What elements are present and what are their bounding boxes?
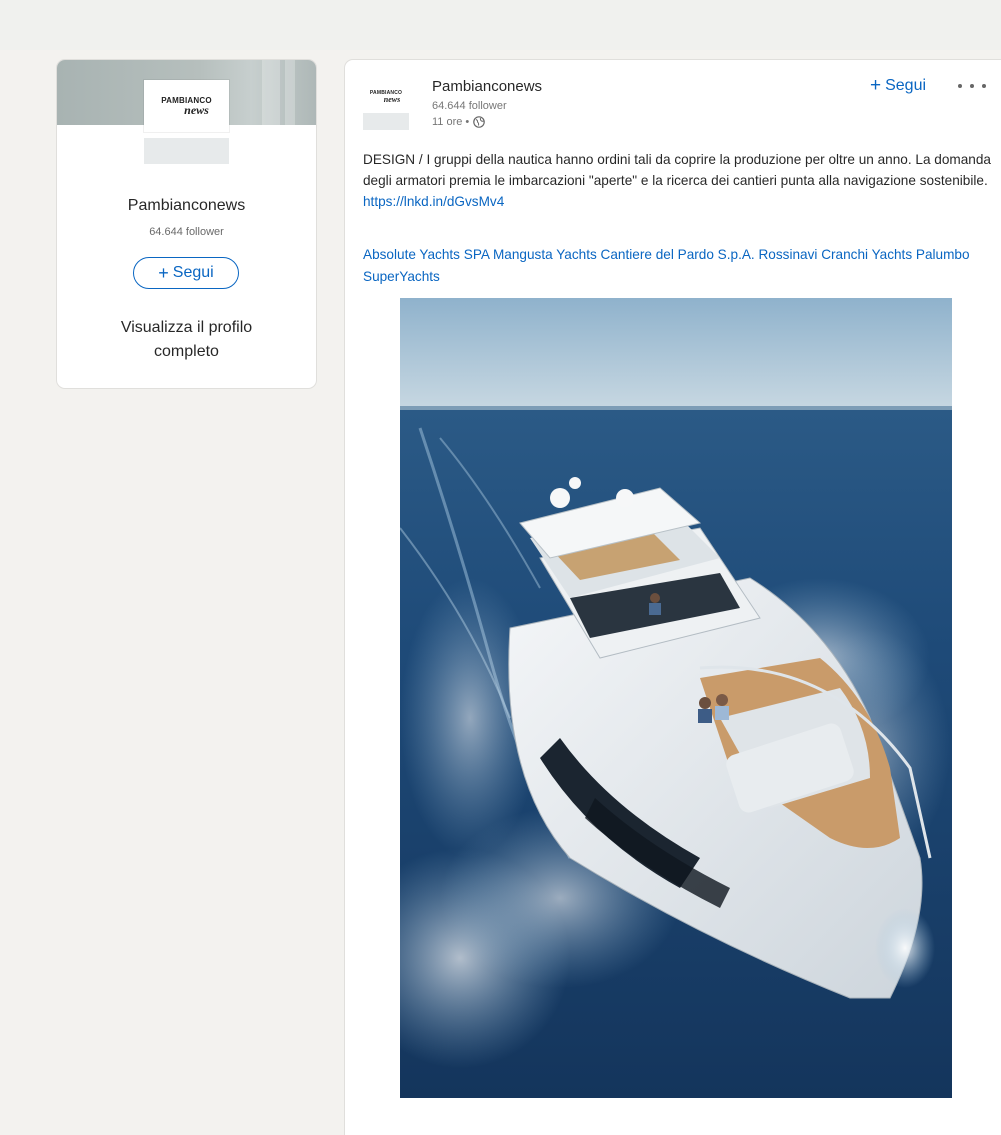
mention-link[interactable]: Cantiere del Pardo S.p.A. [601, 247, 755, 262]
profile-name[interactable]: Pambianconews [57, 197, 316, 215]
company-profile-card: PAMBIANCO news Pambianconews 64.644 foll… [57, 60, 316, 388]
logo-text-bottom: news [184, 103, 209, 117]
post-mentions: Absolute Yachts SPA Mangusta Yachts Cant… [363, 244, 995, 288]
follow-button[interactable]: + Segui [870, 76, 926, 95]
separator-dot: • [465, 116, 470, 128]
logo-placeholder [144, 138, 229, 164]
more-options-icon[interactable] [958, 76, 986, 96]
mention-link[interactable]: Absolute Yachts SPA [363, 247, 489, 262]
follow-button-label: Segui [885, 76, 927, 94]
post-body-text: DESIGN / I gruppi della nautica hanno or… [363, 152, 991, 188]
post-link[interactable]: https://lnkd.in/dGvsMv4 [363, 194, 504, 209]
plus-icon: + [870, 75, 882, 96]
follow-button-label: Segui [172, 264, 214, 281]
profile-followers: 64.644 follower [149, 226, 224, 238]
post-author-name[interactable]: Pambianconews [432, 78, 542, 95]
company-logo[interactable]: PAMBIANCO news [144, 80, 229, 132]
top-strip [0, 0, 1001, 50]
post-meta: 11 ore • [432, 116, 486, 128]
yacht-photo [400, 298, 952, 1098]
post-image-yacht[interactable] [400, 298, 952, 1098]
mention-link[interactable]: Cranchi Yachts [821, 247, 912, 262]
post-timestamp: 11 ore [432, 116, 463, 128]
post-body: DESIGN / I gruppi della nautica hanno or… [363, 149, 993, 212]
view-full-profile-link[interactable]: Visualizza il profilo completo [87, 316, 286, 364]
plus-icon: + [158, 263, 169, 283]
logo-text-bottom: news [383, 94, 401, 104]
feed-post: PAMBIANCO news Pambianconews 64.644 foll… [345, 60, 1001, 1135]
logo-placeholder [363, 113, 409, 130]
mention-link[interactable]: Mangusta Yachts [493, 247, 597, 262]
post-author-followers: 64.644 follower [432, 100, 507, 112]
globe-icon [473, 116, 486, 128]
follow-button[interactable]: + Segui [133, 257, 239, 289]
mention-link[interactable]: Rossinavi [758, 247, 817, 262]
post-author-logo[interactable]: PAMBIANCO news [363, 82, 409, 110]
